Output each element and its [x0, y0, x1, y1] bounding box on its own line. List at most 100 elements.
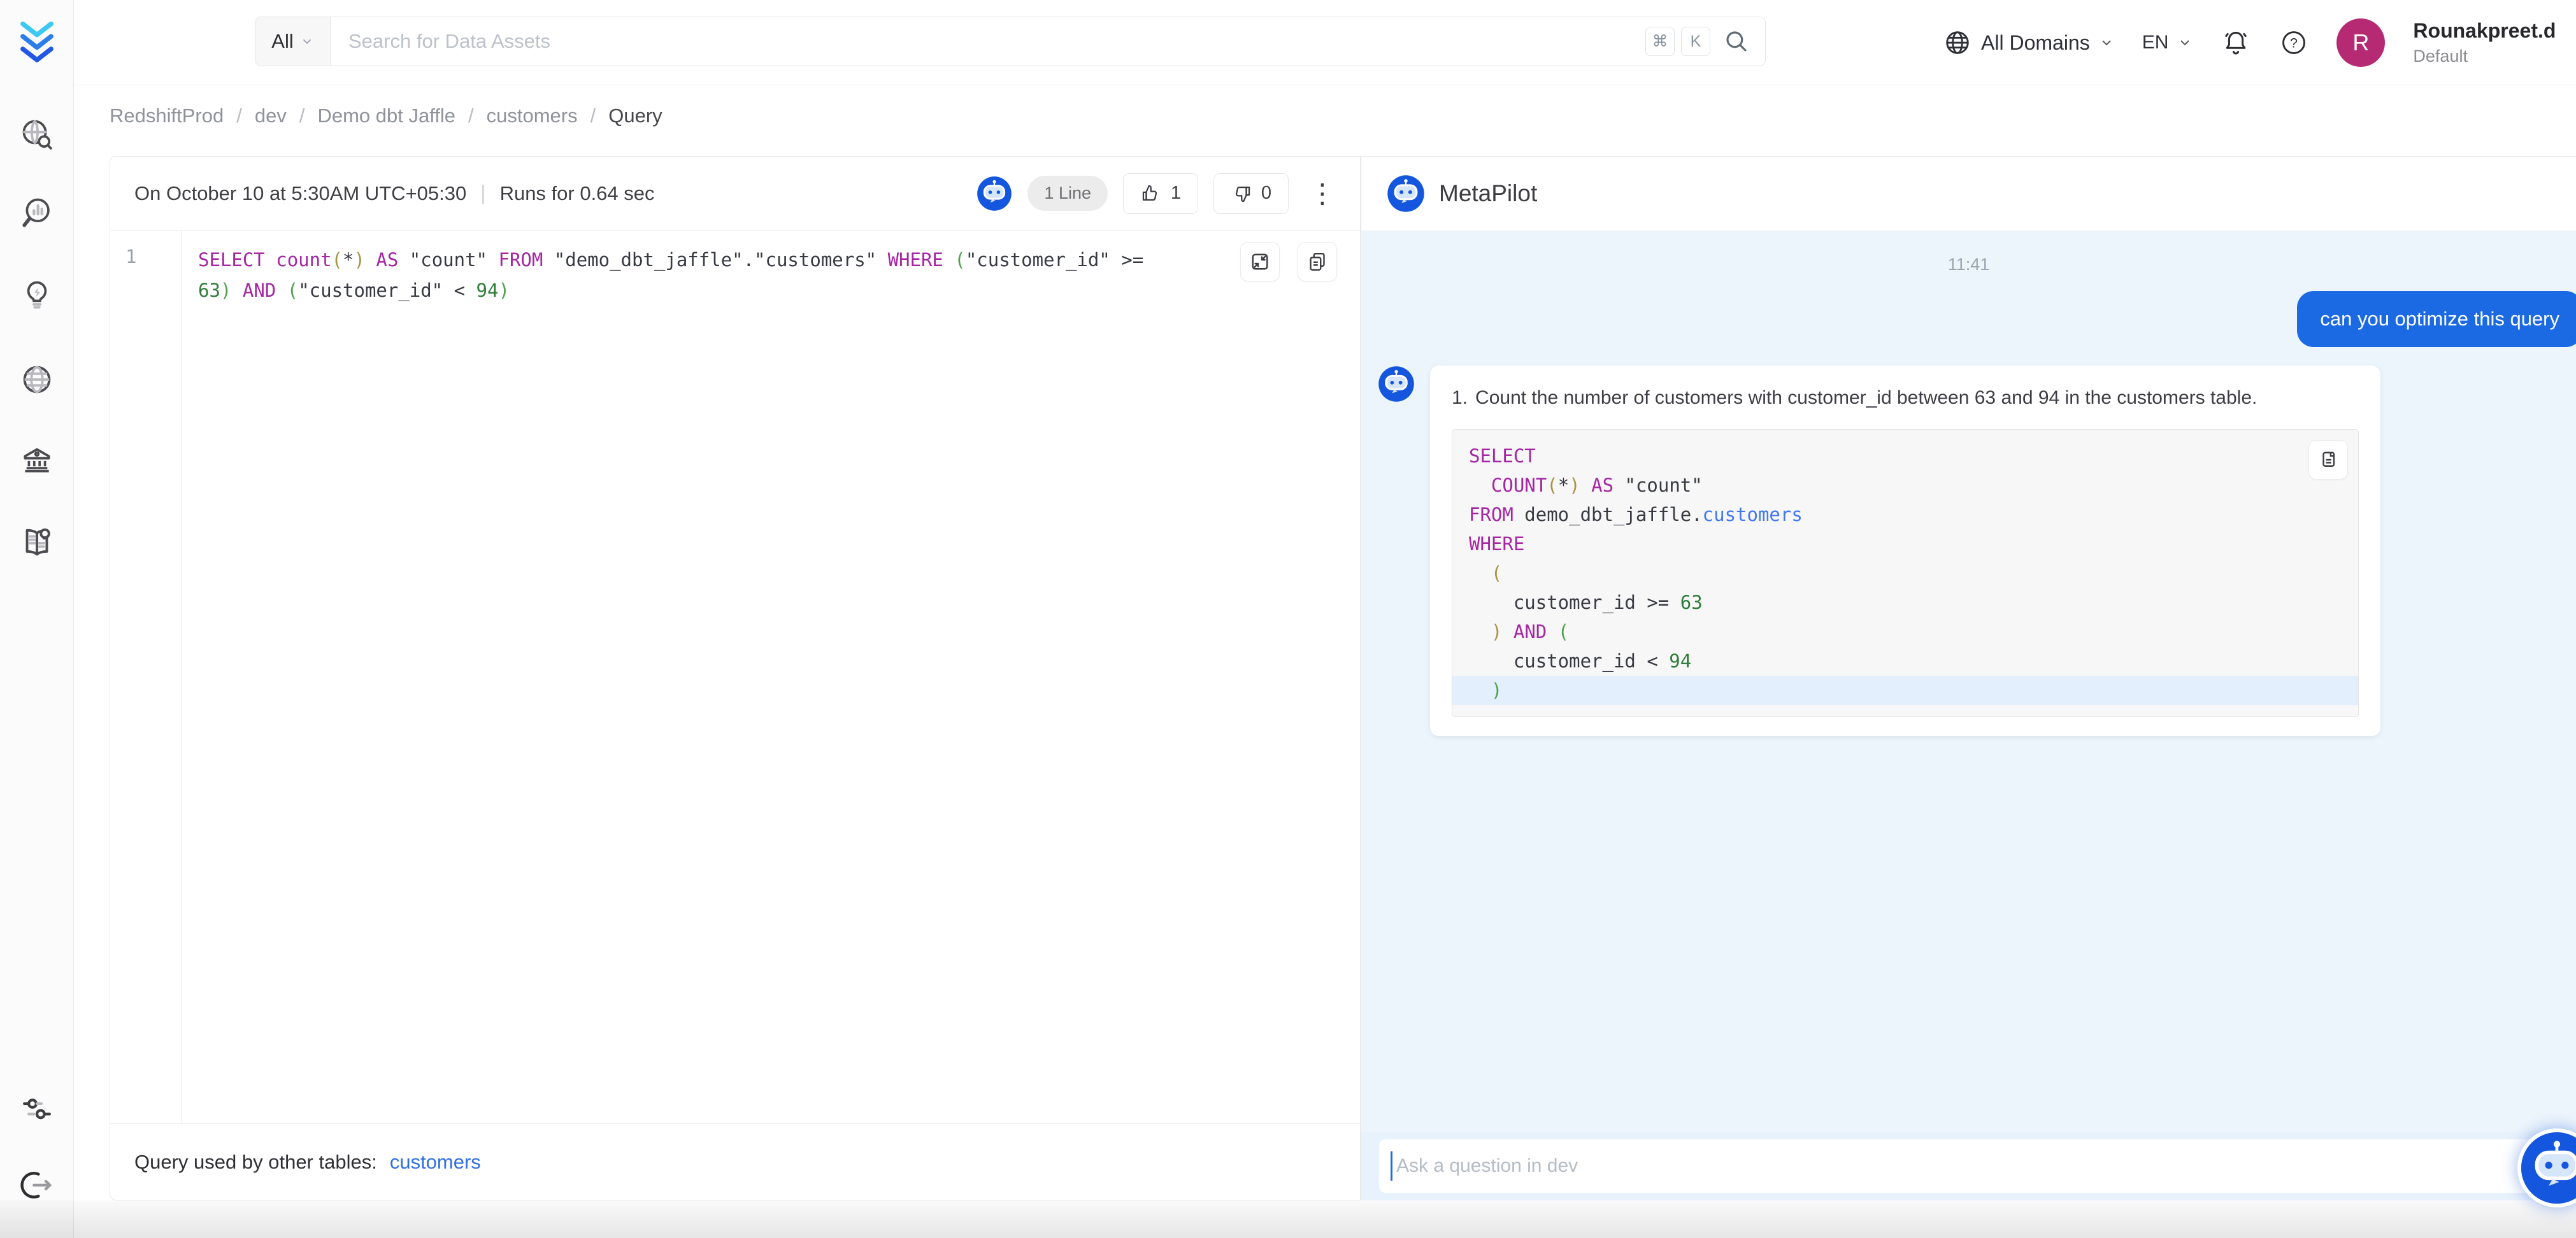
user-avatar-initial: R	[2352, 29, 2369, 56]
sidebar-preferences-sliders-icon[interactable]	[19, 1091, 55, 1127]
chat-input-box[interactable]	[1379, 1139, 2558, 1193]
metapilot-header: MetaPilot	[1361, 157, 2576, 231]
sidebar-discover-icon[interactable]	[19, 117, 55, 152]
thumbs-up-icon	[1140, 183, 1162, 204]
collapse-icon	[1249, 250, 1271, 273]
all-domains-label: All Domains	[1981, 31, 2090, 55]
downvote-count: 0	[1261, 183, 1271, 204]
language-dropdown[interactable]: EN	[2142, 32, 2193, 53]
breadcrumb-connection[interactable]: RedshiftProd	[110, 104, 224, 127]
help-icon[interactable]: ?	[2279, 28, 2308, 57]
user-chat-message: can you optimize this query	[2297, 291, 2576, 347]
editor-line-number: 1	[110, 231, 181, 267]
all-domains-dropdown[interactable]: All Domains	[1943, 28, 2114, 57]
sidebar-ideas-bulb-icon[interactable]	[19, 278, 55, 313]
meta-separator: |	[480, 181, 485, 205]
query-usage-table-link[interactable]: customers	[390, 1151, 481, 1174]
code-line: customer_id >= 63	[1452, 588, 2358, 617]
chat-question-input[interactable]	[1392, 1155, 2558, 1177]
sidebar-domains-globe-icon[interactable]	[18, 361, 55, 398]
code-line: SELECT	[1452, 441, 2358, 471]
sidebar-insights-icon[interactable]	[19, 196, 55, 231]
code-line: customer_id < 94	[1452, 646, 2358, 676]
copy-icon	[2317, 448, 2340, 471]
copy-code-button[interactable]	[2308, 440, 2348, 480]
assistant-message-text: Count the number of customers with custo…	[1475, 383, 2257, 413]
page-bottom-fade	[0, 1200, 2576, 1238]
code-line: FROM demo_dbt_jaffle.customers	[1452, 500, 2358, 529]
more-options-menu-icon[interactable]: ⋮	[1304, 178, 1341, 209]
query-run-timestamp: On October 10 at 5:30AM UTC+05:30	[134, 182, 466, 205]
assistant-list-number: 1.	[1452, 383, 1468, 413]
user-avatar[interactable]: R	[2336, 18, 2385, 67]
copy-query-button[interactable]	[1298, 242, 1337, 281]
chevron-down-icon	[2177, 35, 2193, 50]
breadcrumb-current: Query	[608, 104, 662, 127]
shortcut-k-key: K	[1681, 27, 1710, 56]
metapilot-avatar-icon	[1387, 174, 1425, 213]
query-header: On October 10 at 5:30AM UTC+05:30 | Runs…	[110, 157, 1360, 231]
metapilot-chat-area: 11:41 can you optimize this query 1. Cou…	[1361, 231, 2576, 1132]
sidebar-governance-bank-icon[interactable]	[19, 442, 55, 478]
chat-input-row	[1361, 1132, 2576, 1200]
search-scope-label: All	[271, 30, 293, 53]
code-line: COUNT(*) AS "count"	[1452, 471, 2358, 500]
assistant-avatar-icon	[1378, 366, 1415, 402]
global-search: All ⌘ K	[255, 17, 1766, 66]
assistant-message-card: 1. Count the number of customers with cu…	[1430, 366, 2380, 736]
top-bar: All ⌘ K All Domains EN	[74, 0, 2576, 85]
language-label: EN	[2142, 32, 2169, 53]
code-line: )	[1452, 676, 2358, 705]
collapse-editor-button[interactable]	[1240, 242, 1280, 281]
sql-editor[interactable]: 1 SELECT count(*) AS "count" FROM "demo_…	[110, 231, 1360, 1123]
globe-icon	[1943, 28, 1972, 57]
search-icon[interactable]	[1723, 28, 1750, 55]
chevron-down-icon	[2099, 35, 2114, 50]
query-panel: On October 10 at 5:30AM UTC+05:30 | Runs…	[110, 156, 1361, 1200]
editor-code-area[interactable]: SELECT count(*) AS "count" FROM "demo_db…	[182, 231, 1360, 1123]
metapilot-floating-button[interactable]	[2517, 1128, 2576, 1207]
assistant-chat-message: 1. Count the number of customers with cu…	[1378, 366, 2380, 736]
upvote-count: 1	[1171, 183, 1181, 204]
breadcrumb-table[interactable]: customers	[487, 104, 578, 127]
user-name: Rounakpreet.d	[2413, 19, 2556, 43]
search-input[interactable]	[331, 30, 1645, 53]
query-usage-label: Query used by other tables:	[134, 1151, 377, 1174]
search-scope-dropdown[interactable]: All	[255, 17, 331, 66]
user-info[interactable]: Rounakpreet.d Default	[2413, 19, 2556, 66]
breadcrumb-database[interactable]: dev	[255, 104, 287, 127]
breadcrumb: RedshiftProd / dev / Demo dbt Jaffle / c…	[110, 104, 662, 127]
query-duration: Runs for 0.64 sec	[500, 182, 655, 205]
line-count-badge: 1 Line	[1027, 176, 1108, 211]
breadcrumb-separator: /	[468, 104, 474, 127]
user-workspace: Default	[2413, 46, 2556, 66]
assistant-sql-lines: SELECT COUNT(*) AS "count"FROM demo_dbt_…	[1452, 441, 2358, 705]
breadcrumb-separator: /	[590, 104, 596, 127]
sidebar-glossary-book-icon[interactable]	[18, 523, 55, 560]
metapilot-run-badge-icon[interactable]	[977, 176, 1012, 211]
code-line: WHERE	[1452, 529, 2358, 559]
shortcut-cmd-key: ⌘	[1645, 27, 1675, 56]
copy-icon	[1306, 250, 1329, 273]
downvote-button[interactable]: 0	[1213, 173, 1289, 214]
assistant-sql-code-block: SELECT COUNT(*) AS "count"FROM demo_dbt_…	[1452, 429, 2359, 717]
code-line: ) AND (	[1452, 617, 2358, 646]
query-footer: Query used by other tables: customers	[110, 1123, 1360, 1200]
chevron-down-icon	[300, 34, 314, 48]
chat-timestamp: 11:41	[1361, 255, 2576, 274]
metapilot-panel: MetaPilot 11:41 can you optimize this qu…	[1361, 156, 2576, 1200]
code-line: (	[1452, 559, 2358, 588]
app-logo-icon[interactable]	[18, 19, 56, 66]
svg-text:?: ?	[2291, 36, 2298, 51]
left-sidebar	[0, 0, 74, 1238]
upvote-button[interactable]: 1	[1123, 173, 1198, 214]
robot-icon	[2521, 1132, 2576, 1204]
editor-sql-line: SELECT count(*) AS "count" FROM "demo_db…	[198, 245, 1154, 306]
breadcrumb-schema[interactable]: Demo dbt Jaffle	[317, 104, 455, 127]
breadcrumb-separator: /	[299, 104, 305, 127]
metapilot-title: MetaPilot	[1439, 180, 1537, 207]
editor-gutter: 1	[110, 231, 182, 1123]
breadcrumb-separator: /	[236, 104, 242, 127]
sidebar-logout-icon[interactable]	[19, 1167, 55, 1203]
notifications-bell-icon[interactable]	[2221, 27, 2251, 58]
